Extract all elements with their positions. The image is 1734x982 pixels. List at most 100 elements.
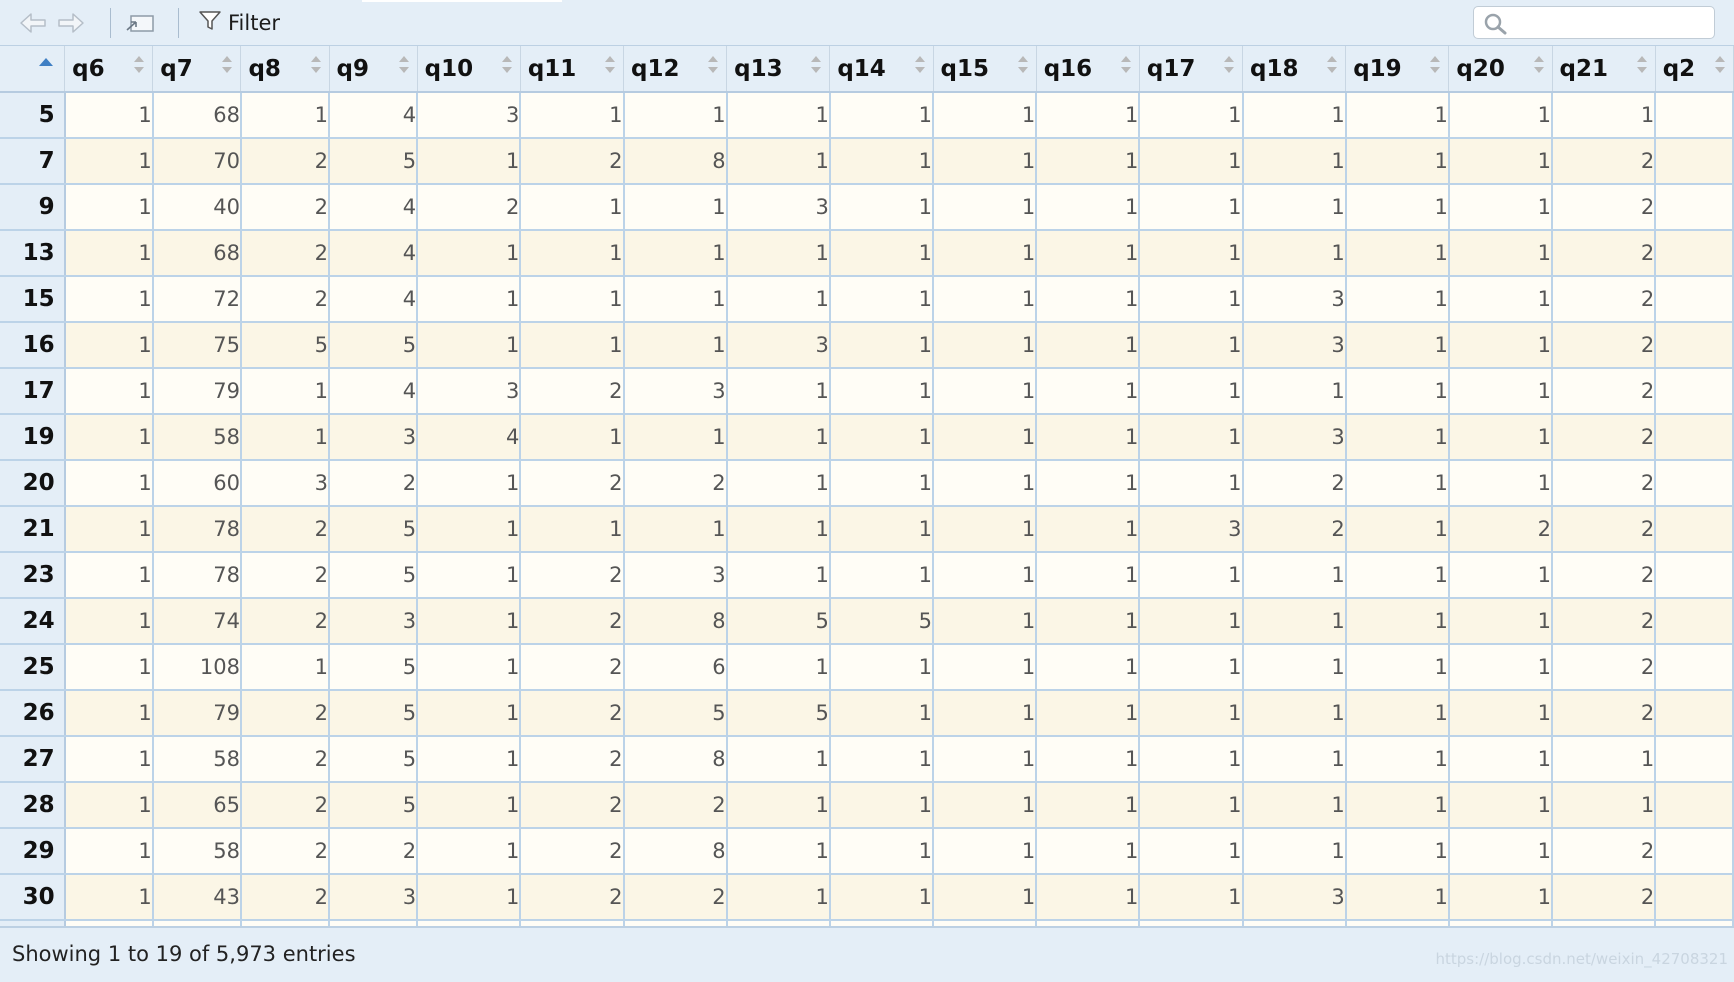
table-cell[interactable]: 8 bbox=[623, 736, 728, 783]
table-cell[interactable]: 1 bbox=[1139, 230, 1244, 277]
sort-arrows-icon[interactable] bbox=[1636, 56, 1647, 78]
table-cell[interactable]: 2 bbox=[1242, 506, 1347, 553]
table-cell[interactable]: 1 bbox=[1345, 552, 1450, 599]
table-cell[interactable]: 1 bbox=[829, 230, 935, 277]
table-cell[interactable]: 1 bbox=[726, 368, 831, 415]
table-cell[interactable]: 2 bbox=[1552, 552, 1657, 599]
table-row[interactable]: 16 1 75 5 5 1 1 1 3 1 1 1 1 3 1 1 2 bbox=[0, 322, 1734, 369]
table-cell[interactable]: 1 bbox=[726, 230, 831, 277]
table-cell[interactable]: 1 bbox=[623, 322, 728, 369]
table-cell[interactable]: 1 bbox=[933, 644, 1038, 691]
table-cell[interactable]: 1 bbox=[1448, 690, 1554, 737]
table-cell[interactable]: 3 bbox=[623, 368, 728, 415]
table-cell[interactable]: 1 bbox=[1448, 138, 1554, 185]
table-cell[interactable]: 1 bbox=[520, 230, 625, 277]
table-row[interactable]: 17 1 79 1 4 3 2 3 1 1 1 1 1 1 1 1 2 bbox=[0, 368, 1734, 415]
forward-button[interactable] bbox=[54, 9, 88, 37]
table-cell[interactable]: 1 bbox=[726, 782, 831, 829]
table-cell[interactable] bbox=[1655, 322, 1734, 369]
table-cell[interactable]: 1 bbox=[1036, 92, 1141, 139]
table-row[interactable]: 30 1 43 2 3 1 2 2 1 1 1 1 1 3 1 1 2 bbox=[0, 874, 1734, 921]
table-cell[interactable]: 1 bbox=[64, 874, 154, 921]
table-cell[interactable]: 2 bbox=[240, 874, 331, 921]
table-cell[interactable]: 1 bbox=[1552, 736, 1657, 783]
sort-arrows-icon[interactable] bbox=[1017, 56, 1028, 78]
table-cell[interactable]: 3 bbox=[329, 414, 419, 461]
table-cell[interactable]: 1 bbox=[1345, 506, 1450, 553]
table-cell[interactable]: 1 bbox=[829, 644, 935, 691]
table-cell[interactable]: 3 bbox=[1242, 874, 1347, 921]
table-cell[interactable]: 1 bbox=[1139, 828, 1244, 875]
table-cell[interactable]: 1 bbox=[1036, 276, 1141, 323]
column-header-q17[interactable]: q17 bbox=[1139, 46, 1244, 93]
table-cell[interactable]: 2 bbox=[329, 828, 419, 875]
table-cell[interactable]: 1 bbox=[417, 138, 522, 185]
table-cell[interactable]: 1 bbox=[933, 506, 1038, 553]
table-cell[interactable]: 1 bbox=[1345, 276, 1450, 323]
table-row[interactable]: 28 1 65 2 5 1 2 2 1 1 1 1 1 1 1 1 1 bbox=[0, 782, 1734, 829]
table-cell[interactable]: 1 bbox=[1242, 598, 1347, 645]
table-row[interactable]: 25 1 108 1 5 1 2 6 1 1 1 1 1 1 1 1 2 bbox=[0, 644, 1734, 691]
table-cell[interactable]: 1 bbox=[933, 460, 1038, 507]
table-cell[interactable]: 1 bbox=[1242, 736, 1347, 783]
table-cell[interactable]: 1 bbox=[1345, 828, 1450, 875]
table-cell[interactable]: 1 bbox=[1448, 644, 1554, 691]
table-cell[interactable]: 1 bbox=[1242, 782, 1347, 829]
table-cell[interactable]: 60 bbox=[152, 460, 242, 507]
table-cell[interactable]: 1 bbox=[1036, 322, 1141, 369]
table-cell[interactable]: 1 bbox=[1036, 598, 1141, 645]
table-cell[interactable]: 2 bbox=[520, 460, 625, 507]
table-cell[interactable]: 5 bbox=[623, 690, 728, 737]
table-cell[interactable]: 4 bbox=[329, 276, 419, 323]
back-button[interactable] bbox=[16, 9, 50, 37]
table-cell[interactable]: 1 bbox=[64, 322, 154, 369]
table-cell[interactable]: 1 bbox=[64, 184, 154, 231]
table-cell[interactable]: 3 bbox=[240, 460, 331, 507]
table-cell[interactable]: 5 bbox=[829, 598, 935, 645]
table-cell[interactable]: 1 bbox=[829, 138, 935, 185]
column-header-q19[interactable]: q19 bbox=[1345, 46, 1450, 93]
sort-arrows-icon[interactable] bbox=[1224, 56, 1235, 78]
filter-button[interactable]: Filter bbox=[198, 9, 280, 37]
table-cell[interactable]: 1 bbox=[1139, 138, 1244, 185]
table-cell[interactable]: 3 bbox=[1242, 322, 1347, 369]
table-cell[interactable]: 1 bbox=[1448, 322, 1554, 369]
table-cell[interactable]: 1 bbox=[726, 138, 831, 185]
table-cell[interactable]: 2 bbox=[240, 230, 331, 277]
table-cell[interactable]: 1 bbox=[1345, 874, 1450, 921]
table-cell[interactable]: 65 bbox=[152, 782, 242, 829]
search-box[interactable] bbox=[1473, 6, 1715, 39]
table-cell[interactable]: 1 bbox=[933, 414, 1038, 461]
table-cell[interactable] bbox=[1655, 368, 1734, 415]
table-cell[interactable]: 3 bbox=[1242, 414, 1347, 461]
table-cell[interactable]: 1 bbox=[417, 322, 522, 369]
sort-arrows-icon[interactable] bbox=[708, 56, 719, 78]
table-cell[interactable]: 1 bbox=[1242, 184, 1347, 231]
table-row[interactable]: 27 1 58 2 5 1 2 8 1 1 1 1 1 1 1 1 1 bbox=[0, 736, 1734, 783]
table-cell[interactable]: 1 bbox=[1139, 414, 1244, 461]
sort-arrows-icon[interactable] bbox=[310, 56, 321, 78]
table-cell[interactable]: 2 bbox=[1552, 414, 1657, 461]
table-cell[interactable]: 1 bbox=[64, 552, 154, 599]
table-cell[interactable]: 1 bbox=[417, 736, 522, 783]
table-cell[interactable]: 74 bbox=[152, 598, 242, 645]
table-cell[interactable]: 1 bbox=[726, 92, 831, 139]
table-cell[interactable]: 1 bbox=[1139, 690, 1244, 737]
table-cell[interactable]: 1 bbox=[1448, 276, 1554, 323]
table-cell[interactable]: 3 bbox=[726, 322, 831, 369]
table-cell[interactable]: 1 bbox=[240, 368, 331, 415]
table-cell[interactable]: 5 bbox=[726, 690, 831, 737]
table-cell[interactable]: 1 bbox=[933, 782, 1038, 829]
table-cell[interactable]: 1 bbox=[1139, 782, 1244, 829]
table-cell[interactable]: 72 bbox=[152, 276, 242, 323]
table-cell[interactable]: 1 bbox=[1036, 368, 1141, 415]
sort-arrows-icon[interactable] bbox=[914, 56, 925, 78]
table-cell[interactable]: 1 bbox=[933, 736, 1038, 783]
column-header-q13[interactable]: q13 bbox=[726, 46, 831, 93]
table-cell[interactable]: 2 bbox=[1552, 598, 1657, 645]
table-cell[interactable]: 2 bbox=[520, 828, 625, 875]
table-cell[interactable]: 1 bbox=[1036, 782, 1141, 829]
table-cell[interactable]: 5 bbox=[329, 782, 419, 829]
column-header-q21[interactable]: q21 bbox=[1552, 46, 1656, 93]
table-cell[interactable]: 1 bbox=[1448, 460, 1554, 507]
